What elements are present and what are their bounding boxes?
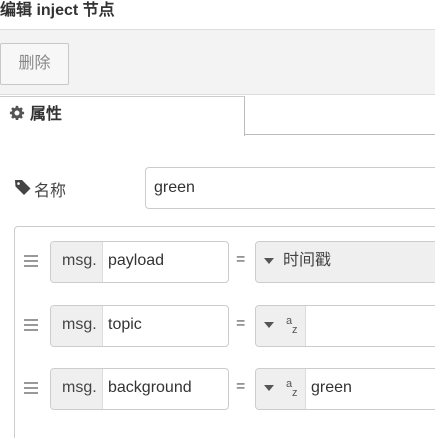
type-select-button[interactable]: az — [256, 369, 306, 409]
property-name-field[interactable]: msg. topic — [50, 305, 229, 347]
name-row: 名称 green — [0, 165, 435, 211]
name-input[interactable]: green — [145, 167, 435, 209]
name-label: 名称 — [34, 183, 67, 200]
property-row: msg. payload = 时间戳 — [14, 241, 435, 285]
property-name-field[interactable]: msg. payload — [50, 241, 229, 283]
msg-prefix: msg. — [51, 369, 103, 409]
property-row: msg. topic = az — [14, 305, 435, 349]
property-value[interactable]: green — [311, 369, 352, 407]
caret-down-icon — [264, 258, 274, 264]
drag-handle-icon[interactable] — [24, 319, 38, 331]
equals-sign: = — [236, 378, 246, 395]
drag-handle-icon[interactable] — [24, 255, 38, 267]
caret-down-icon — [264, 322, 274, 328]
property-key: payload — [108, 252, 165, 269]
property-value-field[interactable]: az — [255, 305, 435, 347]
delete-button[interactable]: 删除 — [0, 43, 69, 85]
equals-sign: = — [236, 251, 246, 268]
type-select-button[interactable]: 时间戳 — [256, 242, 435, 282]
string-az-icon: az — [286, 378, 298, 399]
property-name-field[interactable]: msg. background — [50, 368, 229, 410]
type-select-button[interactable]: az — [256, 306, 306, 346]
msg-prefix: msg. — [51, 306, 103, 346]
msg-prefix: msg. — [51, 242, 103, 282]
string-az-icon: az — [286, 315, 298, 336]
caret-down-icon — [264, 385, 274, 391]
tab-properties-label: 属性 — [30, 106, 63, 123]
property-key: topic — [108, 316, 142, 333]
property-value-field[interactable]: az green — [255, 368, 435, 410]
gear-icon — [9, 105, 25, 120]
property-value-field[interactable]: 时间戳 — [255, 241, 435, 283]
drag-handle-icon[interactable] — [24, 382, 38, 394]
dialog-title: 编辑 inject 节点 — [0, 2, 115, 19]
equals-sign: = — [236, 315, 246, 332]
property-row: msg. background = az green — [14, 368, 435, 412]
tag-icon — [15, 180, 31, 195]
type-label: 时间戳 — [283, 252, 332, 269]
tab-properties[interactable]: 属性 — [0, 96, 245, 136]
property-key: background — [108, 379, 192, 396]
